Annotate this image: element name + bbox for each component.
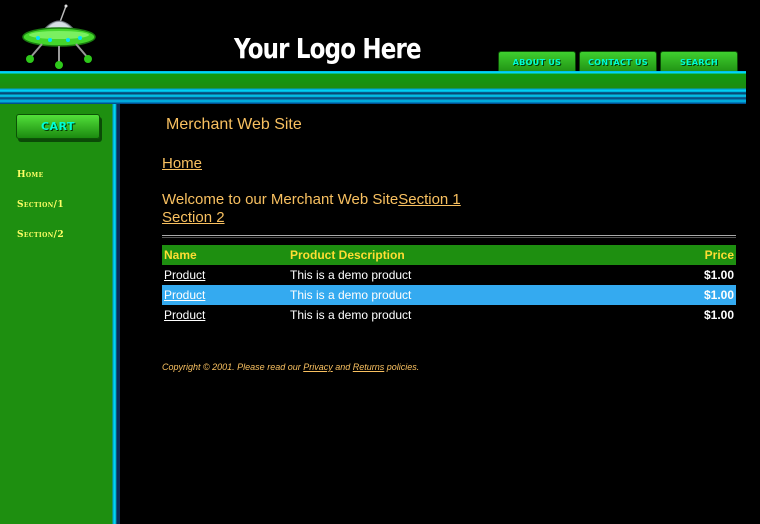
welcome-text-block: Welcome to our Merchant Web SiteSection …	[162, 191, 562, 227]
product-name-cell: Product	[162, 265, 288, 285]
sidebar-item-section-1[interactable]: Section/1	[17, 200, 64, 210]
product-table: Name Product Description Price Product T…	[162, 245, 736, 325]
header-divider-band	[0, 71, 746, 104]
footer-text-and: and	[332, 362, 353, 372]
cart-button[interactable]: CART	[16, 114, 100, 139]
product-name-cell: Product	[162, 285, 288, 305]
table-row: Product This is a demo product $1.00	[162, 305, 736, 325]
column-header-description: Product Description	[288, 245, 641, 265]
nav-search-button[interactable]: SEARCH	[660, 51, 738, 73]
product-name-cell: Product	[162, 305, 288, 325]
product-link[interactable]: Product	[164, 268, 205, 282]
product-link[interactable]: Product	[164, 288, 205, 302]
product-price: $1.00	[703, 268, 734, 282]
product-description: This is a demo product	[288, 285, 641, 305]
product-link[interactable]: Product	[164, 308, 205, 322]
footer: Copyright © 2001. Please read our Privac…	[162, 362, 419, 372]
table-header-row: Name Product Description Price	[162, 245, 736, 265]
section-2-link[interactable]: Section 2	[162, 209, 225, 226]
header: Your Logo Here ABOUT US CONTACT US SEARC…	[0, 0, 760, 104]
footer-text: Copyright © 2001. Please read our	[162, 362, 304, 372]
privacy-link[interactable]: Privacy	[303, 362, 333, 372]
logo-text: Your Logo Here	[234, 32, 422, 65]
product-price: $1.00	[640, 285, 736, 305]
breadcrumb-home-link[interactable]: Home	[162, 155, 202, 172]
nav-contact-us-button[interactable]: CONTACT US	[579, 51, 657, 73]
page-title: Merchant Web Site	[166, 116, 302, 133]
ufo-icon	[22, 4, 96, 69]
table-row: Product This is a demo product $1.00	[162, 285, 736, 305]
welcome-text: Welcome to our Merchant Web Site	[162, 191, 399, 208]
sidebar: CART Home Section/1 Section/2	[0, 104, 120, 524]
column-header-price: Price	[640, 245, 736, 265]
sidebar-item-section-2[interactable]: Section/2	[17, 230, 64, 240]
nav-about-us-button[interactable]: ABOUT US	[498, 51, 576, 73]
section-1-link[interactable]: Section 1	[398, 191, 461, 208]
product-description: This is a demo product	[290, 268, 412, 282]
sidebar-item-home[interactable]: Home	[17, 170, 44, 180]
divider	[162, 235, 736, 238]
product-description: This is a demo product	[290, 308, 412, 322]
product-price: $1.00	[703, 308, 734, 322]
returns-link[interactable]: Returns	[353, 362, 385, 372]
table-row: Product This is a demo product $1.00	[162, 265, 736, 285]
column-header-name: Name	[162, 245, 288, 265]
footer-text-end: policies.	[384, 362, 420, 372]
